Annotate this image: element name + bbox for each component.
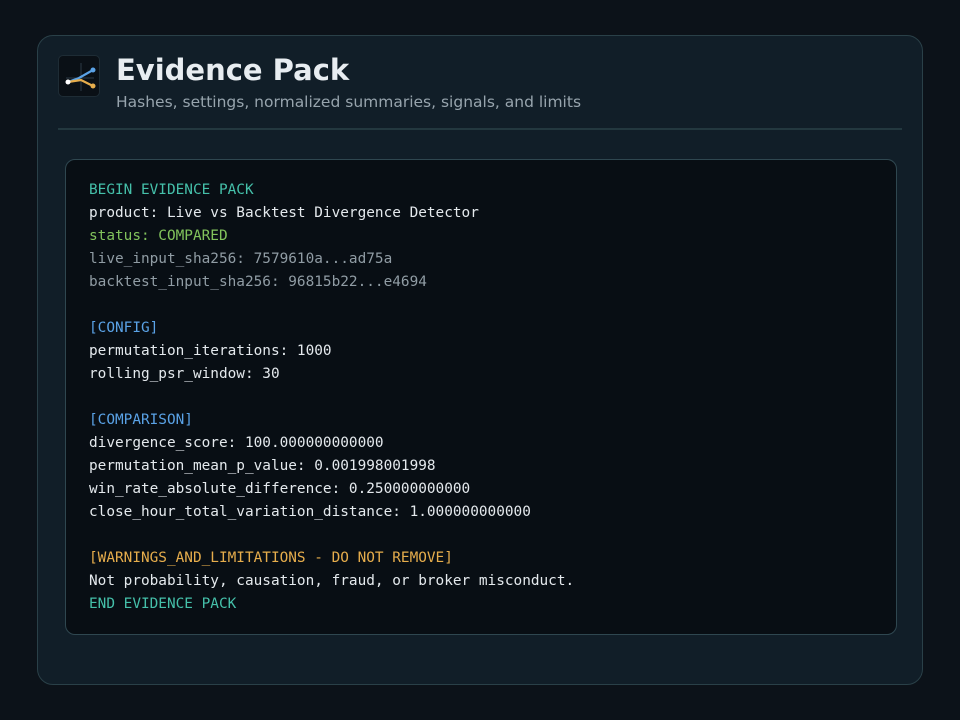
backtest-hash-line: backtest_input_sha256: 96815b22...e4694 — [89, 274, 427, 290]
product-line: product: Live vs Backtest Divergence Det… — [89, 205, 479, 221]
live-hash-line: live_input_sha256: 7579610a...ad75a — [89, 251, 393, 267]
status-line: status: COMPARED — [89, 228, 228, 244]
comparison-line: permutation_mean_p_value: 0.001998001998 — [89, 458, 436, 474]
config-line: rolling_psr_window: 30 — [89, 366, 280, 382]
config-line: permutation_iterations: 1000 — [89, 343, 332, 359]
pack-end-line: END EVIDENCE PACK — [89, 596, 237, 612]
pack-begin-line: BEGIN EVIDENCE PACK — [89, 182, 254, 198]
chart-line-icon — [58, 55, 100, 97]
config-section-header: [CONFIG] — [89, 320, 159, 336]
warnings-section-header: [WARNINGS_AND_LIMITATIONS - DO NOT REMOV… — [89, 550, 453, 566]
evidence-pack-text[interactable]: BEGIN EVIDENCE PACK product: Live vs Bac… — [65, 159, 897, 635]
page-title: Evidence Pack — [116, 53, 350, 87]
comparison-section-header: [COMPARISON] — [89, 412, 193, 428]
evidence-pack-card: Evidence Pack Hashes, settings, normaliz… — [37, 35, 923, 685]
comparison-line: close_hour_total_variation_distance: 1.0… — [89, 504, 531, 520]
page-subtitle: Hashes, settings, normalized summaries, … — [116, 93, 582, 111]
warning-text: Not probability, causation, fraud, or br… — [89, 573, 575, 589]
comparison-line: win_rate_absolute_difference: 0.25000000… — [89, 481, 471, 497]
comparison-line: divergence_score: 100.000000000000 — [89, 435, 384, 451]
card-header: Evidence Pack Hashes, settings, normaliz… — [58, 36, 902, 130]
